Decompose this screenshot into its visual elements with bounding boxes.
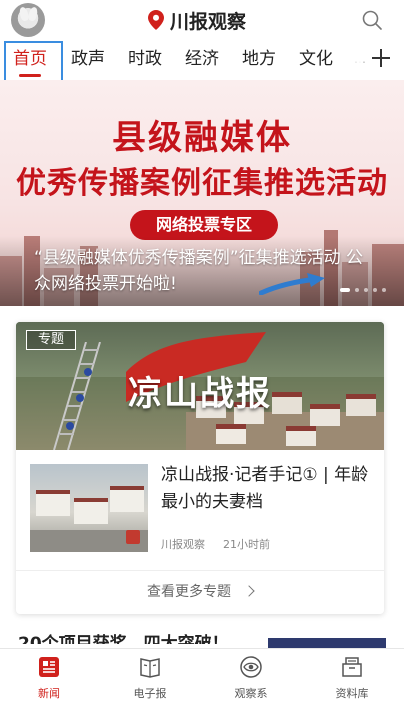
more-specials-button[interactable]: 查看更多专题 [16,571,384,614]
thumb-building [36,490,70,516]
article-source: 川报观察 [161,538,205,551]
chevron-right-icon [243,585,255,597]
watermark-stamp-icon [126,530,140,544]
nav-news-label: 新闻 [38,687,60,700]
arrow-icon [259,273,325,295]
tab-culture[interactable]: 文化 [299,46,333,72]
thumb-building [74,498,108,524]
steel-ladder-illustration [53,342,101,450]
next-article-thumbnail[interactable] [268,638,386,648]
bottom-navigation: 新闻 电子报 观察系 资料库 [0,648,404,705]
special-topic-headline: 凉山战报 [128,374,272,414]
carousel-dot-active [340,288,350,292]
carousel-indicator [340,288,386,292]
carousel-dot [364,288,368,292]
banner-headline-2: 优秀传播案例征集推选活动 [16,166,388,201]
banner-carousel[interactable]: 县级融媒体 优秀传播案例征集推选活动 网络投票专区 “县级融媒体优秀传播案例”征… [0,80,404,306]
carousel-dot [382,288,386,292]
avatar[interactable] [11,3,45,37]
nav-e-paper[interactable]: 电子报 [110,655,190,701]
nav-e-paper-label: 电子报 [133,687,167,700]
tabs-fade [348,40,362,80]
add-channel-icon[interactable] [370,47,392,69]
special-article[interactable]: 凉山战报·记者手记① | 年龄最小的夫妻档 川报观察 21小时前 [16,450,384,570]
top-bar: 川报观察 [0,0,404,40]
nav-archive[interactable]: 资料库 [312,655,392,701]
nav-observation[interactable]: 观察系 [211,655,291,701]
avatar-ear [27,6,39,22]
tab-economy[interactable]: 经济 [185,46,219,72]
more-specials-label: 查看更多专题 [147,584,231,600]
archive-icon [342,657,362,677]
e-paper-icon [140,658,160,678]
nav-observation-label: 观察系 [234,687,268,700]
nav-news[interactable]: 新闻 [9,655,89,701]
tab-current-affairs[interactable]: 时政 [128,46,162,72]
news-icon [39,657,59,677]
special-topic-card: 凉山战报 专题 凉山战报·记者手记① | 年龄最小的夫妻档 川报观察 21小时前 … [16,322,384,614]
next-article-peek[interactable]: 20个项目获奖，四大突破！ [18,632,258,644]
article-time: 21小时前 [223,538,270,551]
carousel-dot [373,288,377,292]
article-title: 凉山战报·记者手记① | 年龄最小的夫妻档 [161,465,369,512]
article-thumbnail [30,464,148,552]
tab-politics-voice[interactable]: 政声 [71,46,105,72]
next-article-title: 20个项目获奖，四大突破！ [18,634,229,644]
eye-icon [240,656,262,678]
carousel-dot [355,288,359,292]
search-icon[interactable] [361,9,383,31]
nav-archive-label: 资料库 [335,687,369,700]
location-pin-icon [148,10,164,30]
special-topic-tag: 专题 [26,330,76,350]
app-title: 川报观察 [170,10,247,33]
article-meta: 川报观察 21小时前 [161,536,270,552]
special-topic-cover[interactable]: 凉山战报 专题 [16,322,384,450]
thumb-building [110,486,144,512]
active-tab-highlight [4,41,63,84]
app-brand: 川报观察 [148,7,246,33]
tab-local[interactable]: 地方 [242,46,276,72]
banner-headline-1: 县级融媒体 [112,118,292,158]
